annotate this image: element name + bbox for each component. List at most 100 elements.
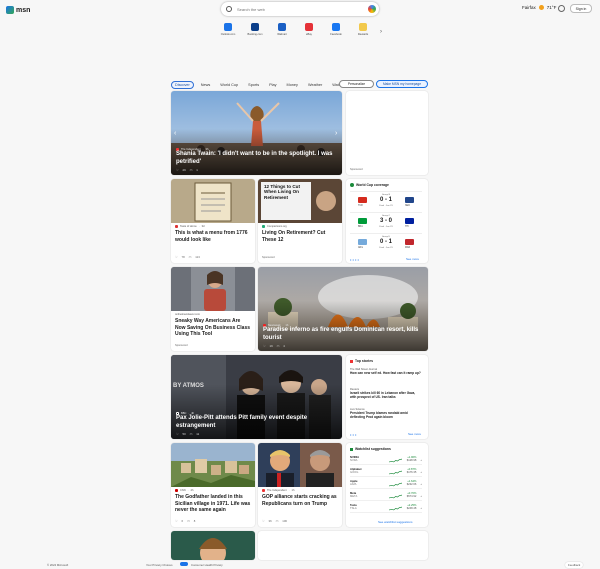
quick-link-label: Rewards	[357, 33, 369, 36]
comment-icon: ▭	[275, 519, 279, 523]
like-icon: ♡	[263, 344, 266, 348]
carousel-dots[interactable]: • • • •	[350, 257, 359, 262]
privacy-choices-link[interactable]: Your Privacy Choices	[146, 563, 172, 567]
article-title[interactable]: The Godfather landed in this Sicilian vi…	[175, 494, 251, 514]
consumer-health-link[interactable]: Consumer Health Privacy	[191, 563, 223, 567]
article-title[interactable]: Sneaky Way Americans Are Now Saving On B…	[175, 318, 251, 338]
watchlist-widget[interactable]: Watchlist suggestions NVIDIA NVDA +1.96% $1…	[346, 443, 428, 527]
quick-link[interactable]: Walmart	[272, 23, 292, 36]
team-flag-icon	[358, 218, 367, 224]
like-icon: ♡	[175, 519, 178, 523]
article-title[interactable]: This is what a menu from 1776 would look…	[175, 230, 251, 243]
watchlist-row[interactable]: Apple AAPL +1.64% $232.66 +	[350, 480, 422, 489]
watchlist-row[interactable]: Tesla TSLA +2.25% $248.48 +	[350, 504, 422, 513]
top-story-item[interactable]: The Wall Street Journal How can new self …	[350, 368, 422, 375]
sparkline-chart	[388, 458, 403, 462]
watchlist-row[interactable]: Meta META +0.70% $574.92 +	[350, 492, 422, 501]
search-icon	[226, 6, 232, 12]
nav-tab[interactable]: Weather	[305, 82, 325, 88]
feedback-button[interactable]: Feedback	[565, 561, 584, 568]
settings-gear-icon[interactable]	[558, 5, 565, 12]
nav-tab[interactable]: World Cup	[217, 82, 241, 88]
msn-logo[interactable]: msn	[6, 6, 30, 14]
quick-link[interactable]: eBay	[299, 23, 319, 36]
team-flag-icon	[358, 197, 367, 203]
see-more-link[interactable]: See more	[408, 432, 421, 436]
match-result[interactable]: BRA HTI Group C3 - 0 Final · Jan 23	[350, 212, 422, 231]
add-to-watchlist-icon[interactable]: +	[420, 471, 422, 474]
stock-price: $574.92	[406, 495, 417, 498]
quick-link[interactable]: Outlook.com	[218, 23, 238, 36]
site-favicon-icon	[305, 23, 313, 31]
team-code: TUR	[358, 205, 363, 207]
nav-tab[interactable]: Money	[284, 82, 301, 88]
nav-tab[interactable]: News	[198, 82, 214, 88]
hero-engagement: ♡ 29 ▭ 1	[176, 168, 198, 172]
news-card-godfather[interactable]: CNN · 4h The Godfather landed in this Sici…	[171, 443, 255, 527]
news-card-jolie-pitt[interactable]: BY ATMOS BBC · 4h Pax Jolie-Pitt attends P…	[171, 355, 342, 439]
see-more-link[interactable]: See more	[406, 257, 419, 261]
see-watchlist-link[interactable]: See watchlist suggestions	[378, 520, 413, 524]
sparkline-chart	[388, 494, 403, 498]
quick-link-label: Outlook.com	[220, 33, 236, 36]
sign-in-button[interactable]: Sign in	[570, 4, 592, 13]
search-box[interactable]	[221, 2, 379, 16]
quick-link-label: Booking.com	[247, 33, 263, 36]
quick-link[interactable]: Rewards	[353, 23, 373, 36]
news-card-gop[interactable]: The Independent · 1h GOP alliance starts c…	[258, 443, 342, 527]
match-result[interactable]: TUR NED Group B0 - 1 Final · Jan 23	[350, 191, 422, 210]
quick-link-label: Walmart	[277, 33, 287, 36]
news-card-partial-wide[interactable]	[258, 531, 428, 560]
article-title[interactable]: Paradise inferno as fire engulfs Dominic…	[263, 327, 423, 342]
news-card-menu[interactable]: Taste of Home · 3d This is what a menu fro…	[171, 179, 255, 263]
personalize-button[interactable]: Personalize	[339, 80, 374, 88]
nav-tab[interactable]: Play	[266, 82, 279, 88]
match-result[interactable]: ARG MAR Group D0 - 1 Final · Jan 23	[350, 233, 422, 252]
stock-ticker: NVDA	[350, 459, 358, 462]
top-stories-title: Top stories	[355, 359, 374, 363]
carousel-dots[interactable]: • • •	[350, 432, 356, 437]
watchlist-row[interactable]: Alphabet GOOG +0.87% $176.35 +	[350, 468, 422, 477]
top-stories-widget[interactable]: Top stories The Wall Street Journal How c…	[346, 355, 428, 439]
world-cup-title: World Cup coverage	[356, 183, 389, 187]
nav-tab[interactable]: Sports	[245, 82, 262, 88]
match-status: Final · Jan 23	[379, 226, 393, 228]
top-story-item[interactable]: Live Science President Trump blames randa…	[350, 408, 422, 419]
article-engagement: ♡ 50 ▭ 11	[176, 432, 200, 436]
sponsored-card-travel[interactable]: onlinetravelsaver.com Sneaky Way America…	[171, 267, 255, 351]
news-card-fire[interactable]: Newsweek · 1h Paradise inferno as fire eng…	[258, 267, 428, 351]
add-to-watchlist-icon[interactable]: +	[420, 459, 422, 462]
stock-price: $128.98	[406, 459, 417, 462]
article-title[interactable]: Living On Retirement? Cut These 12	[262, 230, 338, 243]
match-group: Group C	[381, 215, 391, 217]
chevron-right-icon[interactable]: ›	[380, 29, 382, 35]
article-title[interactable]: GOP alliance starts cracking as Republic…	[262, 494, 338, 507]
quick-link-label: Facebook	[330, 33, 342, 36]
watchlist-row[interactable]: NVIDIA NVDA +1.96% $128.98 +	[350, 456, 422, 465]
team-flag-icon	[405, 239, 414, 245]
add-to-watchlist-icon[interactable]: +	[420, 507, 422, 510]
quick-link[interactable]: Facebook	[326, 23, 346, 36]
weather-widget[interactable]: Fairfax 71°F	[522, 5, 556, 10]
make-homepage-button[interactable]: Make MSN my homepage	[376, 80, 428, 88]
quick-link[interactable]: Booking.com	[245, 23, 265, 36]
hero-title[interactable]: Shania Twain: 'I didn't want to be in th…	[176, 151, 337, 166]
top-story-item[interactable]: Reuters Israeli strikes kill 60 in Lebano…	[350, 388, 422, 399]
ad-card[interactable]: Sponsored	[346, 91, 428, 175]
comment-icon: ▭	[276, 344, 280, 348]
sponsored-card-retirement[interactable]: 12 Things to Cut When Living On Retireme…	[258, 179, 342, 263]
add-to-watchlist-icon[interactable]: +	[420, 495, 422, 498]
add-to-watchlist-icon[interactable]: +	[420, 483, 422, 486]
match-score: 0 - 1	[379, 197, 392, 203]
sponsored-label: Sponsored	[350, 168, 363, 171]
world-cup-widget[interactable]: World Cup coverage TUR NED Group B0 - 1 Fin…	[346, 179, 428, 263]
article-title[interactable]: Pax Jolie-Pitt attends Pitt family event…	[176, 415, 337, 430]
temperature-label: 71°F	[546, 5, 557, 10]
news-card-partial[interactable]	[171, 531, 255, 560]
article-engagement: ♡ 78 ▭ 113	[175, 255, 200, 259]
nav-tab[interactable]: Discover	[171, 81, 194, 89]
bing-copilot-icon[interactable]	[368, 5, 376, 13]
quick-links: Outlook.com Booking.com Walmart eBay Faceboo…	[218, 23, 388, 43]
search-input[interactable]	[237, 6, 357, 12]
hero-card[interactable]: ‹ › The Independent · 3h Shania Twain: 'I …	[171, 91, 342, 175]
